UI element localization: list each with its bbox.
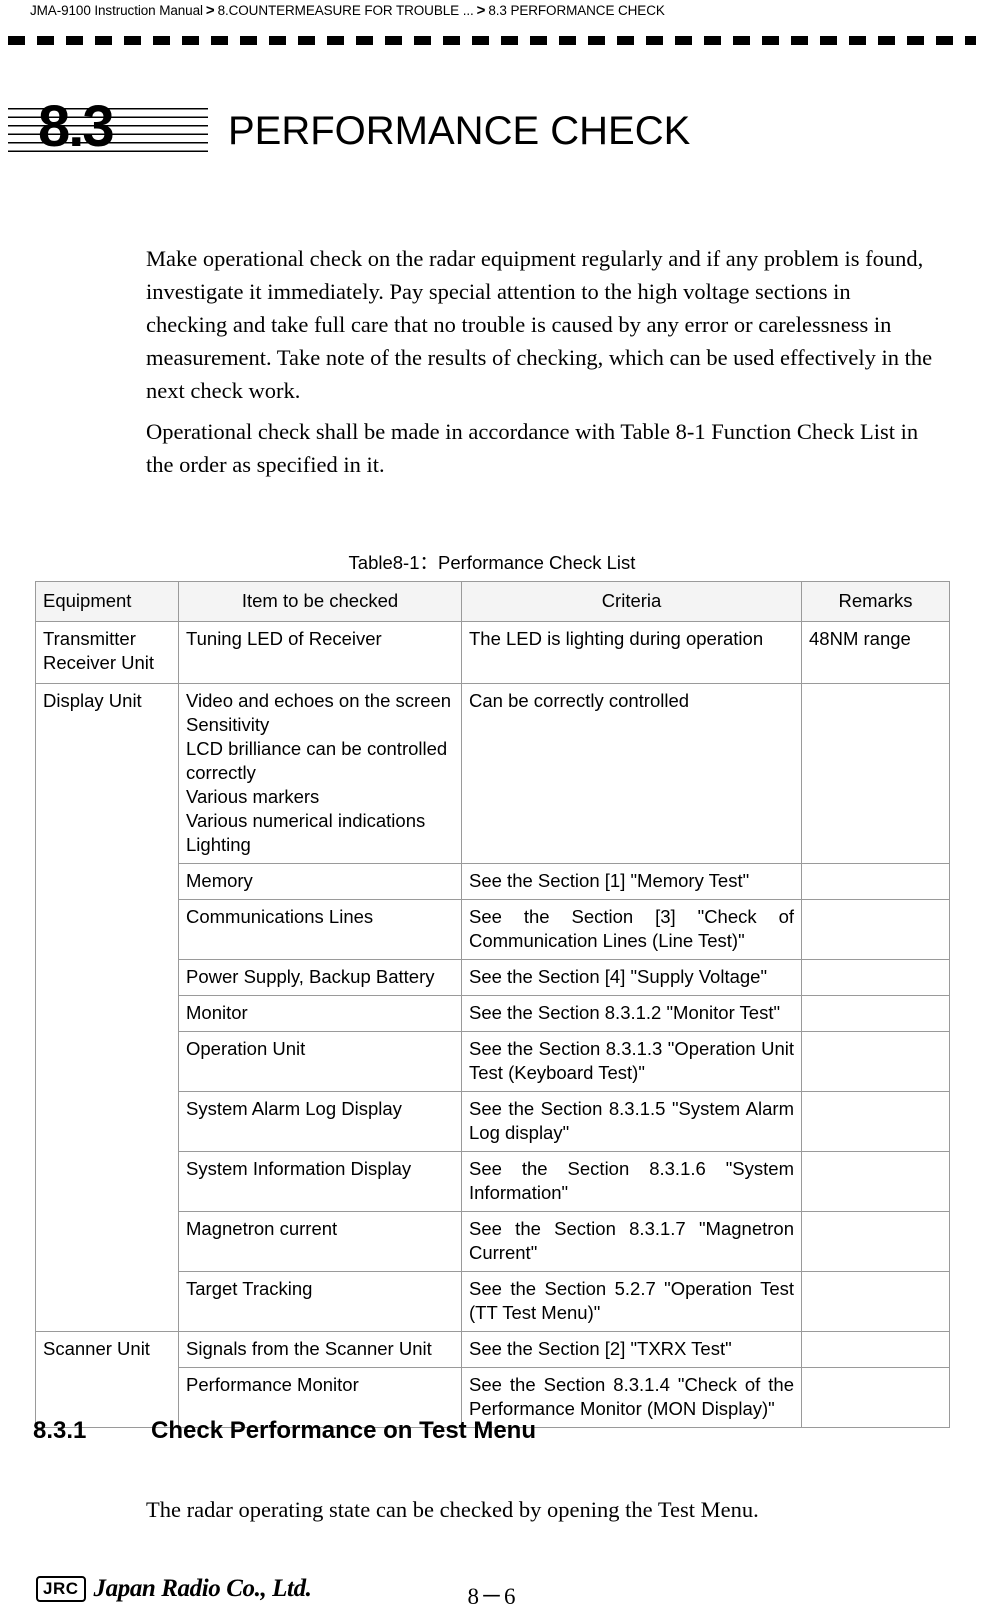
- cell-remarks: [801, 899, 950, 960]
- breadcrumb-chapter: 8.COUNTERMEASURE FOR TROUBLE ...: [217, 3, 474, 18]
- subsection-title: Check Performance on Test Menu: [151, 1417, 536, 1444]
- cell-remarks: [801, 863, 950, 900]
- cell-criteria: See the Section 8.3.1.6 "System Informat…: [461, 1151, 802, 1212]
- cell-remarks: [801, 959, 950, 996]
- cell-remarks: [801, 995, 950, 1032]
- cell-item: System Alarm Log Display: [178, 1091, 462, 1152]
- cell-remarks: [801, 1211, 950, 1272]
- cell-item: Signals from the Scanner Unit: [178, 1331, 462, 1368]
- chapter-number-block: 8.3: [8, 94, 208, 166]
- cell-item: Operation Unit: [178, 1031, 462, 1092]
- breadcrumb-separator-1: >: [205, 2, 215, 19]
- cell-criteria: See the Section [4] "Supply Voltage": [461, 959, 802, 996]
- cell-item: Memory: [178, 863, 462, 900]
- intro-paragraph-2: Operational check shall be made in accor…: [146, 419, 919, 477]
- table-header-row: Equipment Item to be checked Criteria Re…: [35, 581, 950, 622]
- subsection-number: 8.3.1: [33, 1417, 87, 1444]
- cell-remarks: [801, 683, 950, 864]
- page-title: PERFORMANCE CHECK: [228, 109, 691, 153]
- cell-equipment: Transmitter Receiver Unit: [35, 621, 179, 684]
- breadcrumb-section: 8.3 PERFORMANCE CHECK: [488, 3, 665, 18]
- chapter-number: 8.3: [38, 94, 115, 159]
- cell-remarks: [801, 1031, 950, 1092]
- cell-criteria: See the Section [1] "Memory Test": [461, 863, 802, 900]
- cell-item: Magnetron current: [178, 1211, 462, 1272]
- table-row: Scanner Unit Signals from the Scanner Un…: [35, 1331, 950, 1428]
- cell-criteria: See the Section [3] "Check of Communicat…: [461, 899, 802, 960]
- column-header-remarks: Remarks: [801, 581, 950, 622]
- subsection-heading: 8.3.1 Check Performance on Test Menu: [33, 1417, 933, 1445]
- cell-item: System Information Display: [178, 1151, 462, 1212]
- cell-item: Tuning LED of Receiver: [178, 621, 462, 684]
- cell-criteria: See the Section 8.3.1.7 "Magnetron Curre…: [461, 1211, 802, 1272]
- intro-paragraph-1: Make operational check on the radar equi…: [146, 246, 933, 403]
- cell-item: Power Supply, Backup Battery: [178, 959, 462, 996]
- header-dashed-rule: [8, 36, 976, 45]
- cell-remarks: 48NM range: [801, 621, 950, 684]
- cell-item: Video and echoes on the screen Sensitivi…: [178, 683, 462, 864]
- cell-criteria: See the Section [2] "TXRX Test": [461, 1331, 802, 1368]
- cell-criteria: See the Section 8.3.1.3 "Operation Unit …: [461, 1031, 802, 1092]
- table-row: Display Unit Video and echoes on the scr…: [35, 683, 950, 1332]
- column-header-item: Item to be checked: [178, 581, 462, 622]
- breadcrumb: JMA-9100 Instruction Manual >8.COUNTERMEA…: [30, 2, 665, 19]
- cell-criteria: See the Section 8.3.1.2 "Monitor Test": [461, 995, 802, 1032]
- cell-equipment: Display Unit: [35, 683, 179, 1332]
- table-caption: Table8-1：Performance Check List: [348, 552, 636, 573]
- page-footer: JRC Japan Radio Co., Ltd. 8－6: [0, 1573, 984, 1619]
- cell-remarks: [801, 1151, 950, 1212]
- cell-equipment: Scanner Unit: [35, 1331, 179, 1428]
- cell-criteria: The LED is lighting during operation: [461, 621, 802, 684]
- column-header-criteria: Criteria: [461, 581, 802, 622]
- performance-check-table: Equipment Item to be checked Criteria Re…: [35, 581, 950, 1428]
- page-number: 8－6: [467, 1584, 517, 1609]
- column-header-equipment: Equipment: [35, 581, 179, 622]
- cell-item: Monitor: [178, 995, 462, 1032]
- cell-remarks: [801, 1271, 950, 1332]
- cell-criteria: Can be correctly controlled: [461, 683, 802, 864]
- subsection-paragraph: The radar operating state can be checked…: [146, 1497, 759, 1522]
- cell-item: Target Tracking: [178, 1271, 462, 1332]
- breadcrumb-manual: JMA-9100 Instruction Manual: [30, 3, 203, 18]
- chapter-heading: 8.3 PERFORMANCE CHECK: [0, 94, 984, 166]
- cell-remarks: [801, 1331, 950, 1368]
- cell-criteria: See the Section 5.2.7 "Operation Test (T…: [461, 1271, 802, 1332]
- breadcrumb-separator-2: >: [476, 2, 486, 19]
- cell-item: Communications Lines: [178, 899, 462, 960]
- cell-criteria: See the Section 8.3.1.5 "System Alarm Lo…: [461, 1091, 802, 1152]
- cell-remarks: [801, 1091, 950, 1152]
- table-row: Transmitter Receiver Unit Tuning LED of R…: [35, 621, 950, 684]
